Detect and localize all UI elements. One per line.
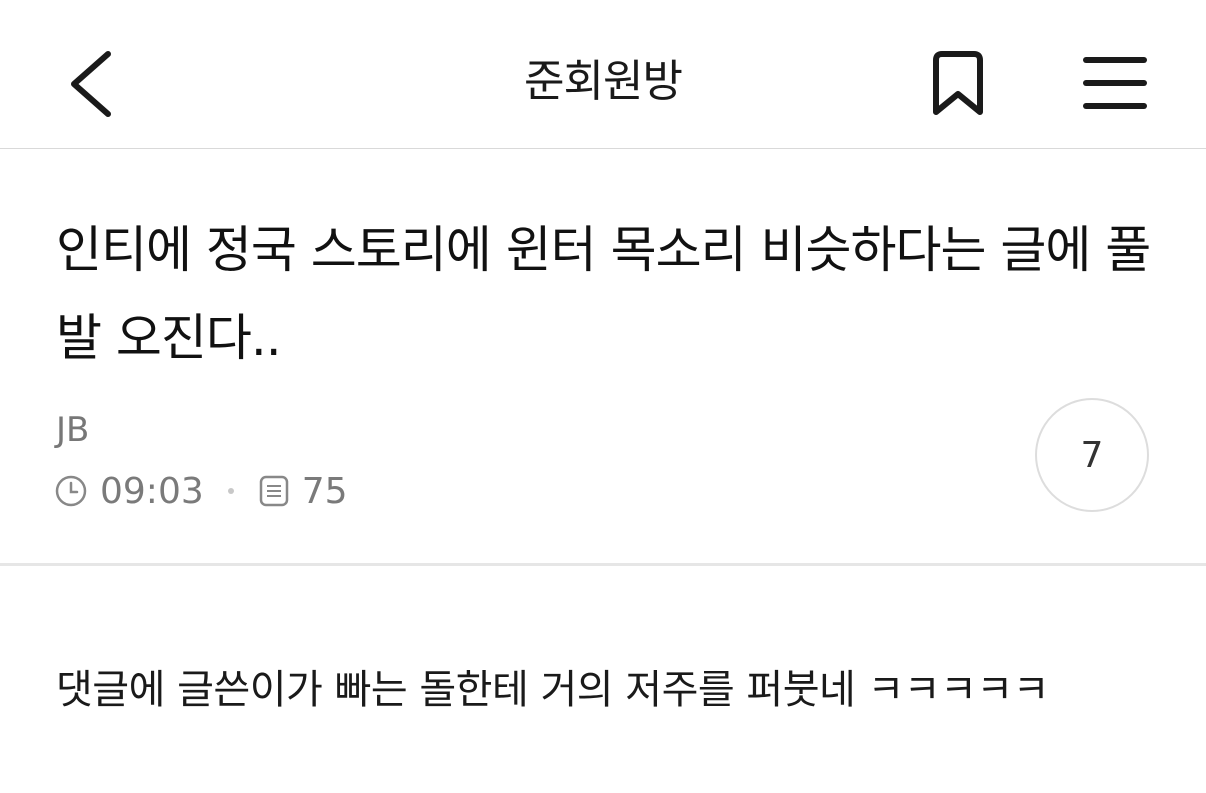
menu-button[interactable] xyxy=(1078,50,1154,116)
hamburger-menu-icon xyxy=(1083,57,1147,109)
comment-count-button[interactable]: 7 xyxy=(1035,398,1149,512)
board-title: 준회원방 xyxy=(524,56,683,107)
bookmark-icon xyxy=(933,51,983,115)
post-title: 인티에 정국 스토리에 윈터 목소리 비슷하다는 글에 풀발 오진다.. xyxy=(56,221,1151,367)
separator-dot xyxy=(227,488,234,494)
views-icon xyxy=(259,475,288,507)
author-name[interactable]: JB xyxy=(56,406,89,454)
post-body: 댓글에 글쓴이가 빠는 돌한테 거의 저주를 퍼붓네 ㅋㅋㅋㅋㅋ xyxy=(56,667,1050,713)
top-app-bar: 준회원방 xyxy=(0,0,1206,149)
bookmark-button[interactable] xyxy=(922,46,994,122)
post-page: 준회원방 인티에 정국 스토리에 윈터 목소리 비슷하다는 글에 풀발 오진다.… xyxy=(0,0,1206,793)
post-meta: 09:03 75 xyxy=(54,466,348,516)
view-count: 75 xyxy=(301,470,348,512)
divider xyxy=(0,563,1206,566)
clock-icon xyxy=(55,475,87,507)
post-time: 09:03 xyxy=(100,470,204,512)
comment-count: 7 xyxy=(1080,434,1104,476)
